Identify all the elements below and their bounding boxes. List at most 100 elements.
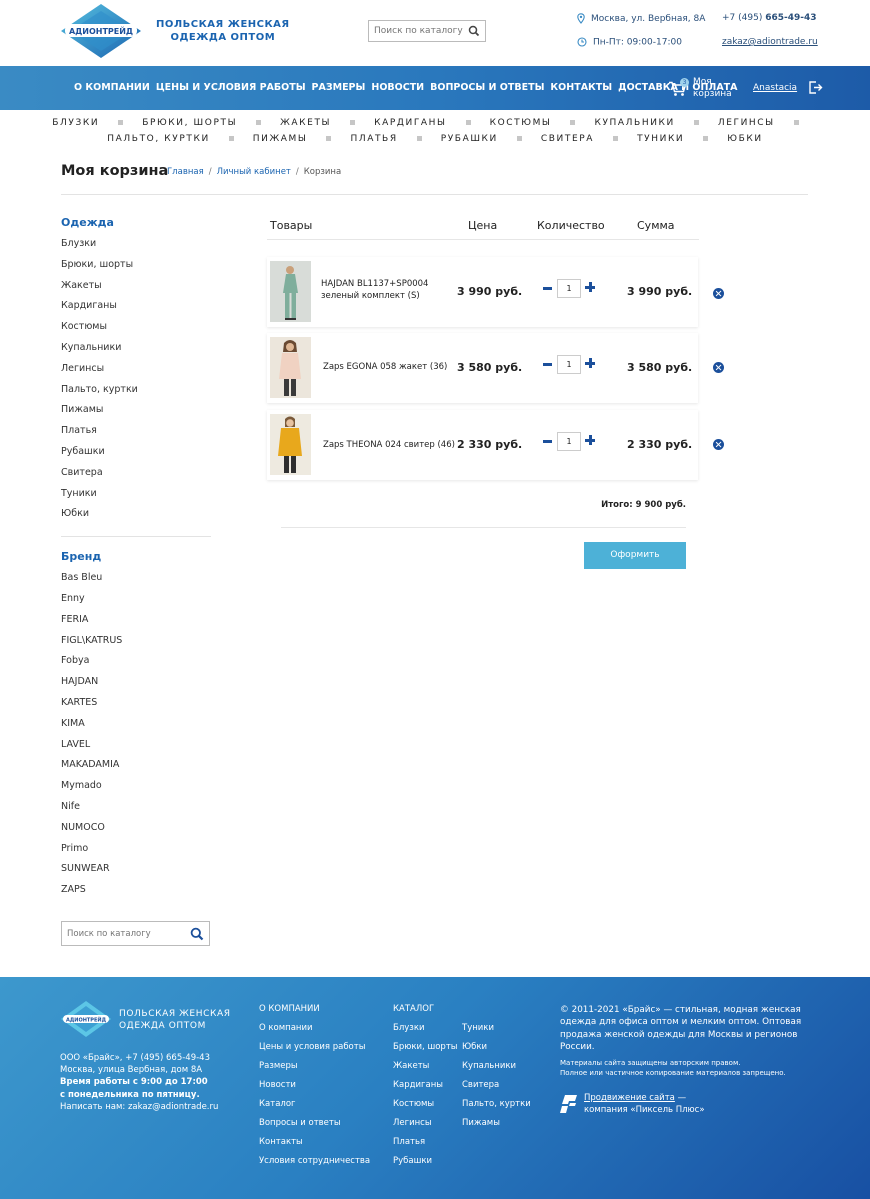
category-link[interactable]: БЛУЗКИ [52, 118, 99, 128]
sidebar-item[interactable]: Свитера [61, 466, 211, 487]
brand-item[interactable]: MAKADAMIA [61, 758, 211, 779]
nav-item-prices[interactable]: ЦЕНЫ И УСЛОВИЯ РАБОТЫ [156, 82, 306, 93]
sidebar-item[interactable]: Брюки, шорты [61, 258, 211, 279]
category-link[interactable]: ПАЛЬТО, КУРТКИ [107, 134, 210, 144]
header-search-input[interactable] [369, 21, 465, 41]
footer-link[interactable]: Контакты [259, 1136, 370, 1155]
product-thumbnail[interactable] [270, 261, 311, 322]
brand-item[interactable]: FERIA [61, 613, 211, 634]
product-name[interactable]: HAJDAN BL1137+SP0004 зеленый комплект (S… [321, 278, 428, 302]
nav-item-contacts[interactable]: КОНТАКТЫ [550, 82, 612, 93]
footer-link[interactable]: Костюмы [393, 1098, 457, 1117]
footer-logo[interactable]: АДИОНТРЕЙД [60, 1000, 112, 1038]
cart-button[interactable]: 3 Моя корзина [668, 75, 738, 103]
quantity-input[interactable]: 1 [557, 279, 581, 298]
category-link[interactable]: БРЮКИ, ШОРТЫ [142, 118, 237, 128]
phone[interactable]: +7 (495) 665-49-43 [722, 13, 817, 23]
category-link[interactable]: ЖАКЕТЫ [280, 118, 331, 128]
decrease-qty-button[interactable] [543, 363, 552, 366]
category-link[interactable]: ЛЕГИНСЫ [718, 118, 775, 128]
sidebar-item[interactable]: Купальники [61, 341, 211, 362]
user-profile-link[interactable]: Anastacia [753, 83, 797, 93]
brand-item[interactable]: SUNWEAR [61, 862, 211, 883]
footer-link[interactable]: Туники [462, 1022, 531, 1041]
brand-item[interactable]: Bas Bleu [61, 571, 211, 592]
breadcrumb-home[interactable]: Главная [167, 167, 204, 177]
company-logo[interactable]: АДИОНТРЕЙД [60, 3, 142, 59]
brand-item[interactable]: NUMOCO [61, 821, 211, 842]
footer-link[interactable]: Легинсы [393, 1117, 457, 1136]
sidebar-item[interactable]: Пальто, куртки [61, 383, 211, 404]
category-link[interactable]: КУПАЛЬНИКИ [594, 118, 674, 128]
category-link[interactable]: ТУНИКИ [637, 134, 684, 144]
nav-item-news[interactable]: НОВОСТИ [371, 82, 424, 93]
quantity-input[interactable]: 1 [557, 432, 581, 451]
sidebar-item[interactable]: Кардиганы [61, 299, 211, 320]
brand-item[interactable]: KIMA [61, 717, 211, 738]
product-name[interactable]: Zaps EGONA 058 жакет (36) [323, 361, 447, 373]
decrease-qty-button[interactable] [543, 287, 552, 290]
remove-item-icon[interactable] [713, 288, 724, 299]
sidebar-item[interactable]: Рубашки [61, 445, 211, 466]
footer-link[interactable]: Рубашки [393, 1155, 457, 1174]
footer-link[interactable]: Брюки, шорты [393, 1041, 457, 1060]
category-link[interactable]: КОСТЮМЫ [490, 118, 552, 128]
increase-qty-button[interactable] [585, 282, 596, 293]
category-link[interactable]: КАРДИГАНЫ [374, 118, 447, 128]
brand-item[interactable]: HAJDAN [61, 675, 211, 696]
sidebar-item[interactable]: Легинсы [61, 362, 211, 383]
brand-item[interactable]: Mymado [61, 779, 211, 800]
footer-link[interactable]: Вопросы и ответы [259, 1117, 370, 1136]
brand-item[interactable]: Primo [61, 842, 211, 863]
header-search[interactable] [368, 20, 486, 42]
increase-qty-button[interactable] [585, 435, 596, 446]
brand-item[interactable]: FIGL\KATRUS [61, 634, 211, 655]
footer-link[interactable]: Цены и условия работы [259, 1041, 370, 1060]
checkout-button[interactable]: Оформить [584, 542, 686, 569]
category-link[interactable]: РУБАШКИ [441, 134, 498, 144]
remove-item-icon[interactable] [713, 362, 724, 373]
category-link[interactable]: ПИЖАМЫ [253, 134, 308, 144]
product-name[interactable]: Zaps THEONA 024 свитер (46) [323, 439, 455, 451]
quantity-input[interactable]: 1 [557, 355, 581, 374]
sidebar-item[interactable]: Туники [61, 487, 211, 508]
sidebar-item[interactable]: Юбки [61, 507, 211, 528]
email-link[interactable]: zakaz@adiontrade.ru [722, 37, 818, 47]
footer-link[interactable]: Пальто, куртки [462, 1098, 531, 1117]
category-link[interactable]: СВИТЕРА [541, 134, 594, 144]
footer-link[interactable]: Условия сотрудничества [259, 1155, 370, 1174]
footer-link[interactable]: Юбки [462, 1041, 531, 1060]
footer-link[interactable]: Жакеты [393, 1060, 457, 1079]
sidebar-item[interactable]: Платья [61, 424, 211, 445]
footer-link[interactable]: Платья [393, 1136, 457, 1155]
brand-item[interactable]: Fobya [61, 654, 211, 675]
brand-item[interactable]: Nife [61, 800, 211, 821]
footer-link[interactable]: Купальники [462, 1060, 531, 1079]
category-link[interactable]: ЮБКИ [727, 134, 762, 144]
decrease-qty-button[interactable] [543, 440, 552, 443]
sidebar-search[interactable] [61, 921, 210, 946]
sidebar-item[interactable]: Костюмы [61, 320, 211, 341]
sidebar-item[interactable]: Жакеты [61, 279, 211, 300]
product-thumbnail[interactable] [270, 337, 311, 398]
product-thumbnail[interactable] [270, 414, 311, 475]
logout-icon[interactable] [808, 80, 823, 95]
footer-link[interactable]: О компании [259, 1022, 370, 1041]
brand-item[interactable]: LAVEL [61, 738, 211, 759]
remove-item-icon[interactable] [713, 439, 724, 450]
footer-link[interactable]: Свитера [462, 1079, 531, 1098]
footer-link[interactable]: Блузки [393, 1022, 457, 1041]
increase-qty-button[interactable] [585, 358, 596, 369]
nav-item-sizes[interactable]: РАЗМЕРЫ [312, 82, 366, 93]
breadcrumb-account[interactable]: Личный кабинет [217, 167, 291, 177]
footer-link[interactable]: Каталог [259, 1098, 370, 1117]
nav-item-about[interactable]: О КОМПАНИИ [74, 82, 150, 93]
footer-link[interactable]: Размеры [259, 1060, 370, 1079]
sidebar-item[interactable]: Блузки [61, 237, 211, 258]
brand-item[interactable]: ZAPS [61, 883, 211, 904]
footer-link[interactable]: Новости [259, 1079, 370, 1098]
footer-link[interactable]: Кардиганы [393, 1079, 457, 1098]
brand-item[interactable]: KARTES [61, 696, 211, 717]
sidebar-search-input[interactable] [62, 922, 182, 945]
promo-link[interactable]: Продвижение сайта [584, 1093, 675, 1103]
